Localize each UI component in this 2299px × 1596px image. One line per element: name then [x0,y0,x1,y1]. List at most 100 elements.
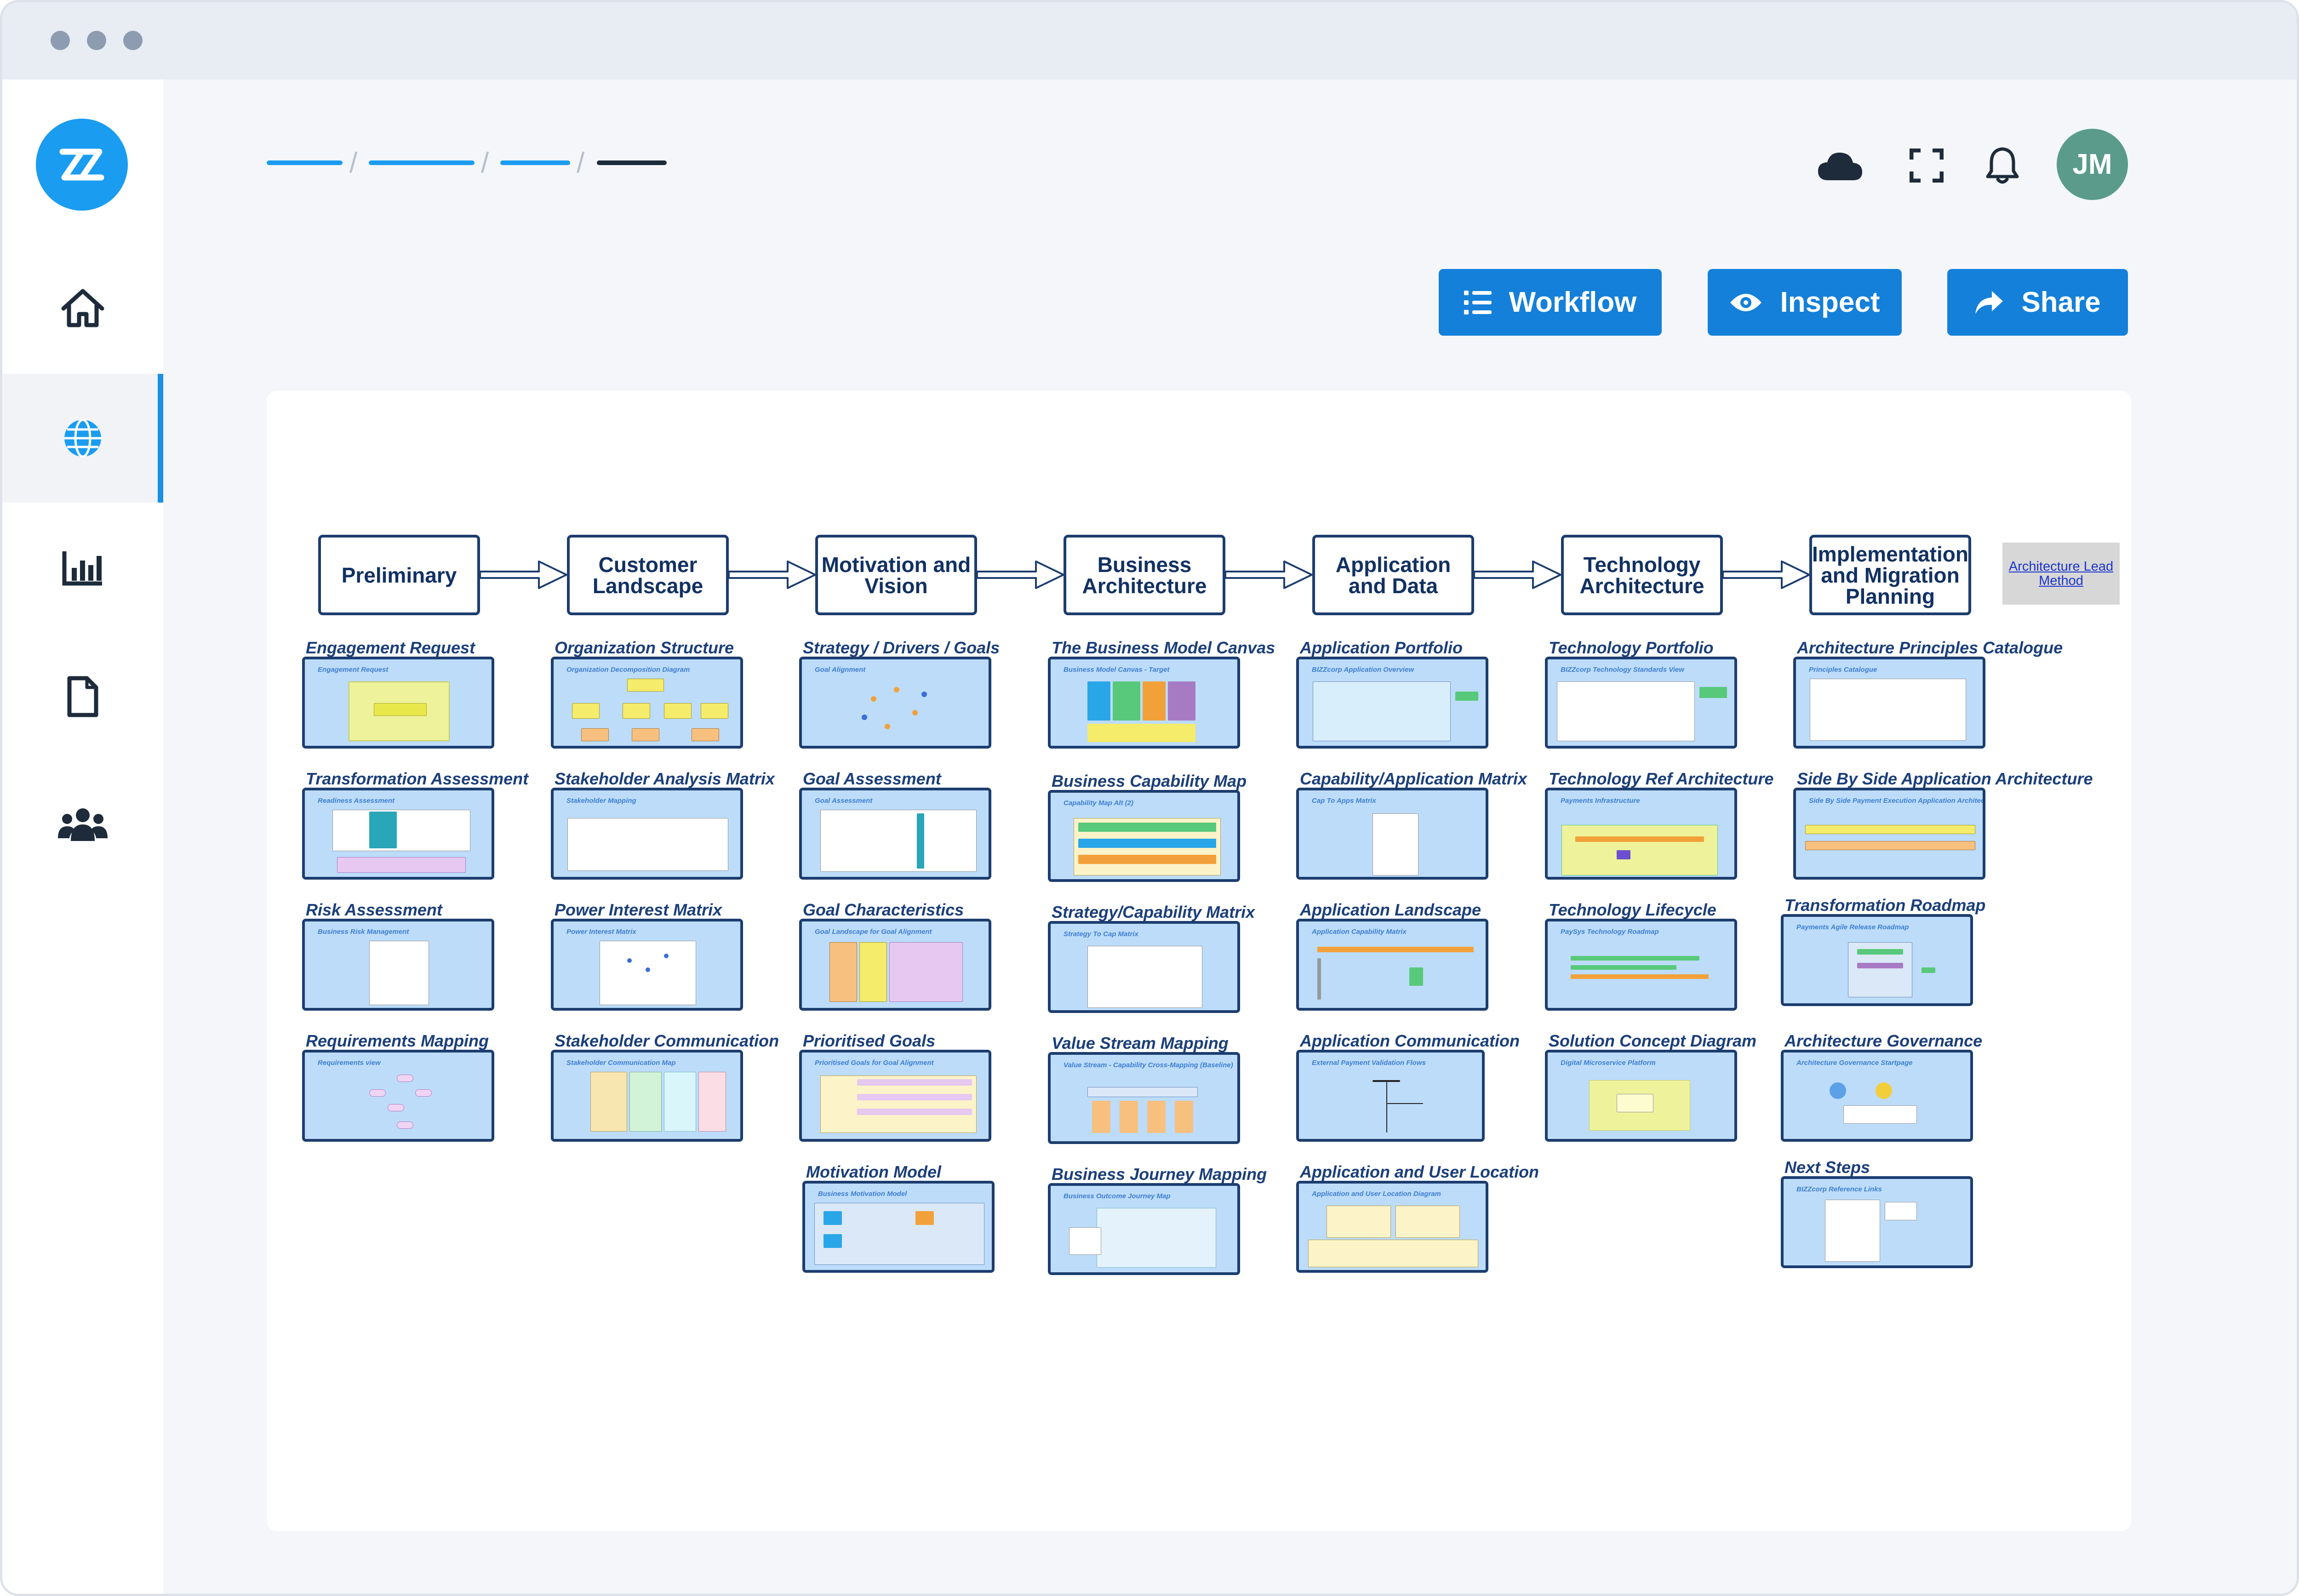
phase-label: Application and Data [1335,552,1451,598]
inspect-button[interactable]: Inspect [1708,269,1902,336]
window-dot-maximize[interactable] [123,31,143,50]
artifact-thumbnail[interactable]: Application and User Location Diagram [1296,1181,1488,1273]
artifact-thumbnail[interactable]: Side By Side Payment Execution Applicati… [1793,788,1985,880]
breadcrumb-separator: / [481,147,489,179]
fullscreen-icon [1910,149,1944,183]
thumbnail-label: External Payment Validation Flows [1312,1059,1426,1067]
phase-label: Customer Landscape [592,552,703,598]
artifact-thumbnail[interactable]: BIZZcorp Reference Links [1781,1176,1973,1268]
artifact-title: Engagement Request [306,638,475,657]
artifact-thumbnail[interactable]: BIZZcorp Technology Standards View [1545,657,1737,749]
users-icon [58,808,108,841]
artifact-thumbnail[interactable]: Prioritised Goals for Goal Alignment [799,1050,991,1142]
sidebar-item-documents[interactable] [2,632,163,761]
artifact-thumbnail[interactable]: Goal Assessment [799,788,991,880]
artifact-thumbnail[interactable]: Capability Map Alt (2) [1048,790,1240,882]
breadcrumb-item-2[interactable] [369,160,475,165]
breadcrumb-item-1[interactable] [267,160,343,165]
artifact-thumbnail[interactable]: Stakeholder Communication Map [551,1050,743,1142]
thumbnail-label: BIZZcorp Application Overview [1312,666,1414,674]
share-button-label: Share [2021,286,2101,318]
globe-icon [64,418,101,458]
thumbnail-label: Business Model Canvas - Target [1064,666,1170,674]
artifact-thumbnail[interactable]: Application Capability Matrix [1296,919,1488,1011]
artifact-thumbnail[interactable]: Business Risk Management [302,919,494,1011]
thumbnail-label: Stakeholder Mapping [566,797,636,805]
artifact-thumbnail[interactable]: Digital Microservice Platform [1545,1050,1737,1142]
thumbnail-label: Goal Landscape for Goal Alignment [815,928,932,936]
bell-icon [1986,147,2019,184]
fullscreen-button[interactable] [1901,140,1952,191]
artifact-thumbnail[interactable]: Power Interest Matrix [551,919,743,1011]
sidebar-item-users[interactable] [2,760,163,889]
architecture-lead-method-link[interactable]: Architecture Lead Method [2002,543,2120,605]
phase-motivation-vision[interactable]: Motivation and Vision [815,535,977,615]
artifact-thumbnail[interactable]: Payments Infrastructure [1545,788,1737,880]
flow-arrow [1473,561,1561,589]
phase-preliminary[interactable]: Preliminary [318,535,480,615]
artifact-thumbnail[interactable]: Engagement Request [302,657,494,749]
phase-application-data[interactable]: Application and Data [1312,535,1474,615]
artifact-title: Architecture Principles Catalogue [1797,638,2063,657]
cloud-button[interactable] [1815,140,1865,191]
phase-label: Implementation and Migration Planning [1812,542,1968,608]
artifact-thumbnail[interactable]: Strategy To Cap Matrix [1048,921,1240,1013]
thumbnail-label: Business Outcome Journey Map [1064,1192,1171,1200]
phase-customer-landscape[interactable]: Customer Landscape [567,535,729,615]
window-dot-close[interactable] [51,31,70,50]
breadcrumb-separator: / [349,147,358,179]
artifact-thumbnail[interactable]: BIZZcorp Application Overview [1296,657,1488,749]
artifact-title: Transformation Assessment [306,769,529,788]
share-icon [1975,291,2003,314]
thumbnail-label: Prioritised Goals for Goal Alignment [815,1059,934,1067]
workflow-button[interactable]: Workflow [1439,269,1662,336]
artifact-thumbnail[interactable]: Goal Landscape for Goal Alignment [799,919,991,1011]
artifact-thumbnail[interactable]: Stakeholder Mapping [551,788,743,880]
share-button[interactable]: Share [1947,269,2128,336]
artifact-thumbnail[interactable]: Business Outcome Journey Map [1048,1183,1240,1275]
artifact-thumbnail[interactable]: Requirements view [302,1050,494,1142]
artifact-title: Strategy / Drivers / Goals [803,638,1000,657]
artifact-thumbnail[interactable]: External Payment Validation Flows [1296,1050,1485,1142]
thumbnail-label: BIZZcorp Reference Links [1796,1185,1882,1193]
artifact-thumbnail[interactable]: Value Stream - Capability Cross-Mapping … [1048,1052,1240,1144]
thumbnail-label: Value Stream - Capability Cross-Mapping … [1064,1061,1233,1069]
artifact-title: Goal Characteristics [803,900,964,919]
notifications-button[interactable] [1977,140,2028,191]
artifact-thumbnail[interactable]: Readiness Assessment [302,788,494,880]
sidebar-item-home[interactable] [2,244,163,372]
eye-icon [1730,293,1762,311]
list-icon [1464,290,1492,315]
thumbnail-label: Requirements view [318,1059,381,1067]
phase-implementation-migration[interactable]: Implementation and Migration Planning [1809,535,1971,615]
phase-business-architecture[interactable]: Business Architecture [1064,535,1225,615]
thumbnail-label: Digital Microservice Platform [1561,1059,1656,1067]
thumbnail-label: Cap To Apps Matrix [1312,797,1376,805]
phase-technology-architecture[interactable]: Technology Architecture [1561,535,1723,615]
artifact-thumbnail[interactable]: Goal Alignment [799,657,991,749]
artifact-thumbnail[interactable]: Cap To Apps Matrix [1296,788,1488,880]
artifact-title: Capability/Application Matrix [1300,769,1527,788]
window-dot-minimize[interactable] [87,31,106,50]
sidebar [2,80,163,1594]
artifact-thumbnail[interactable]: Business Motivation Model [802,1181,995,1273]
artifact-thumbnail[interactable]: Principles Catalogue [1793,657,1985,749]
zz-logo-icon[interactable] [36,119,128,211]
breadcrumb-item-3[interactable] [500,160,570,165]
user-avatar[interactable]: JM [2057,129,2128,200]
flow-arrow [479,561,567,589]
artifact-thumbnail[interactable]: Architecture Governance Startpage [1781,1050,1973,1142]
sidebar-item-globe[interactable] [2,374,163,503]
artifact-title: Prioritised Goals [803,1031,936,1050]
artifact-thumbnail[interactable]: Payments Agile Release Roadmap [1781,914,1973,1006]
thumbnail-label: Architecture Governance Startpage [1796,1059,1913,1067]
artifact-thumbnail[interactable]: PaySys Technology Roadmap [1545,919,1737,1011]
artifact-thumbnail[interactable]: Organization Decomposition Diagram [551,657,743,749]
thumbnail-label: Payments Infrastructure [1561,797,1640,805]
artifact-title: Application Communication [1300,1031,1520,1050]
sidebar-item-reports[interactable] [2,503,163,632]
workflow-button-label: Workflow [1509,286,1637,318]
artifact-thumbnail[interactable]: Business Model Canvas - Target [1048,657,1240,749]
artifact-title: Stakeholder Analysis Matrix [555,769,775,788]
bar-chart-icon [62,551,102,586]
